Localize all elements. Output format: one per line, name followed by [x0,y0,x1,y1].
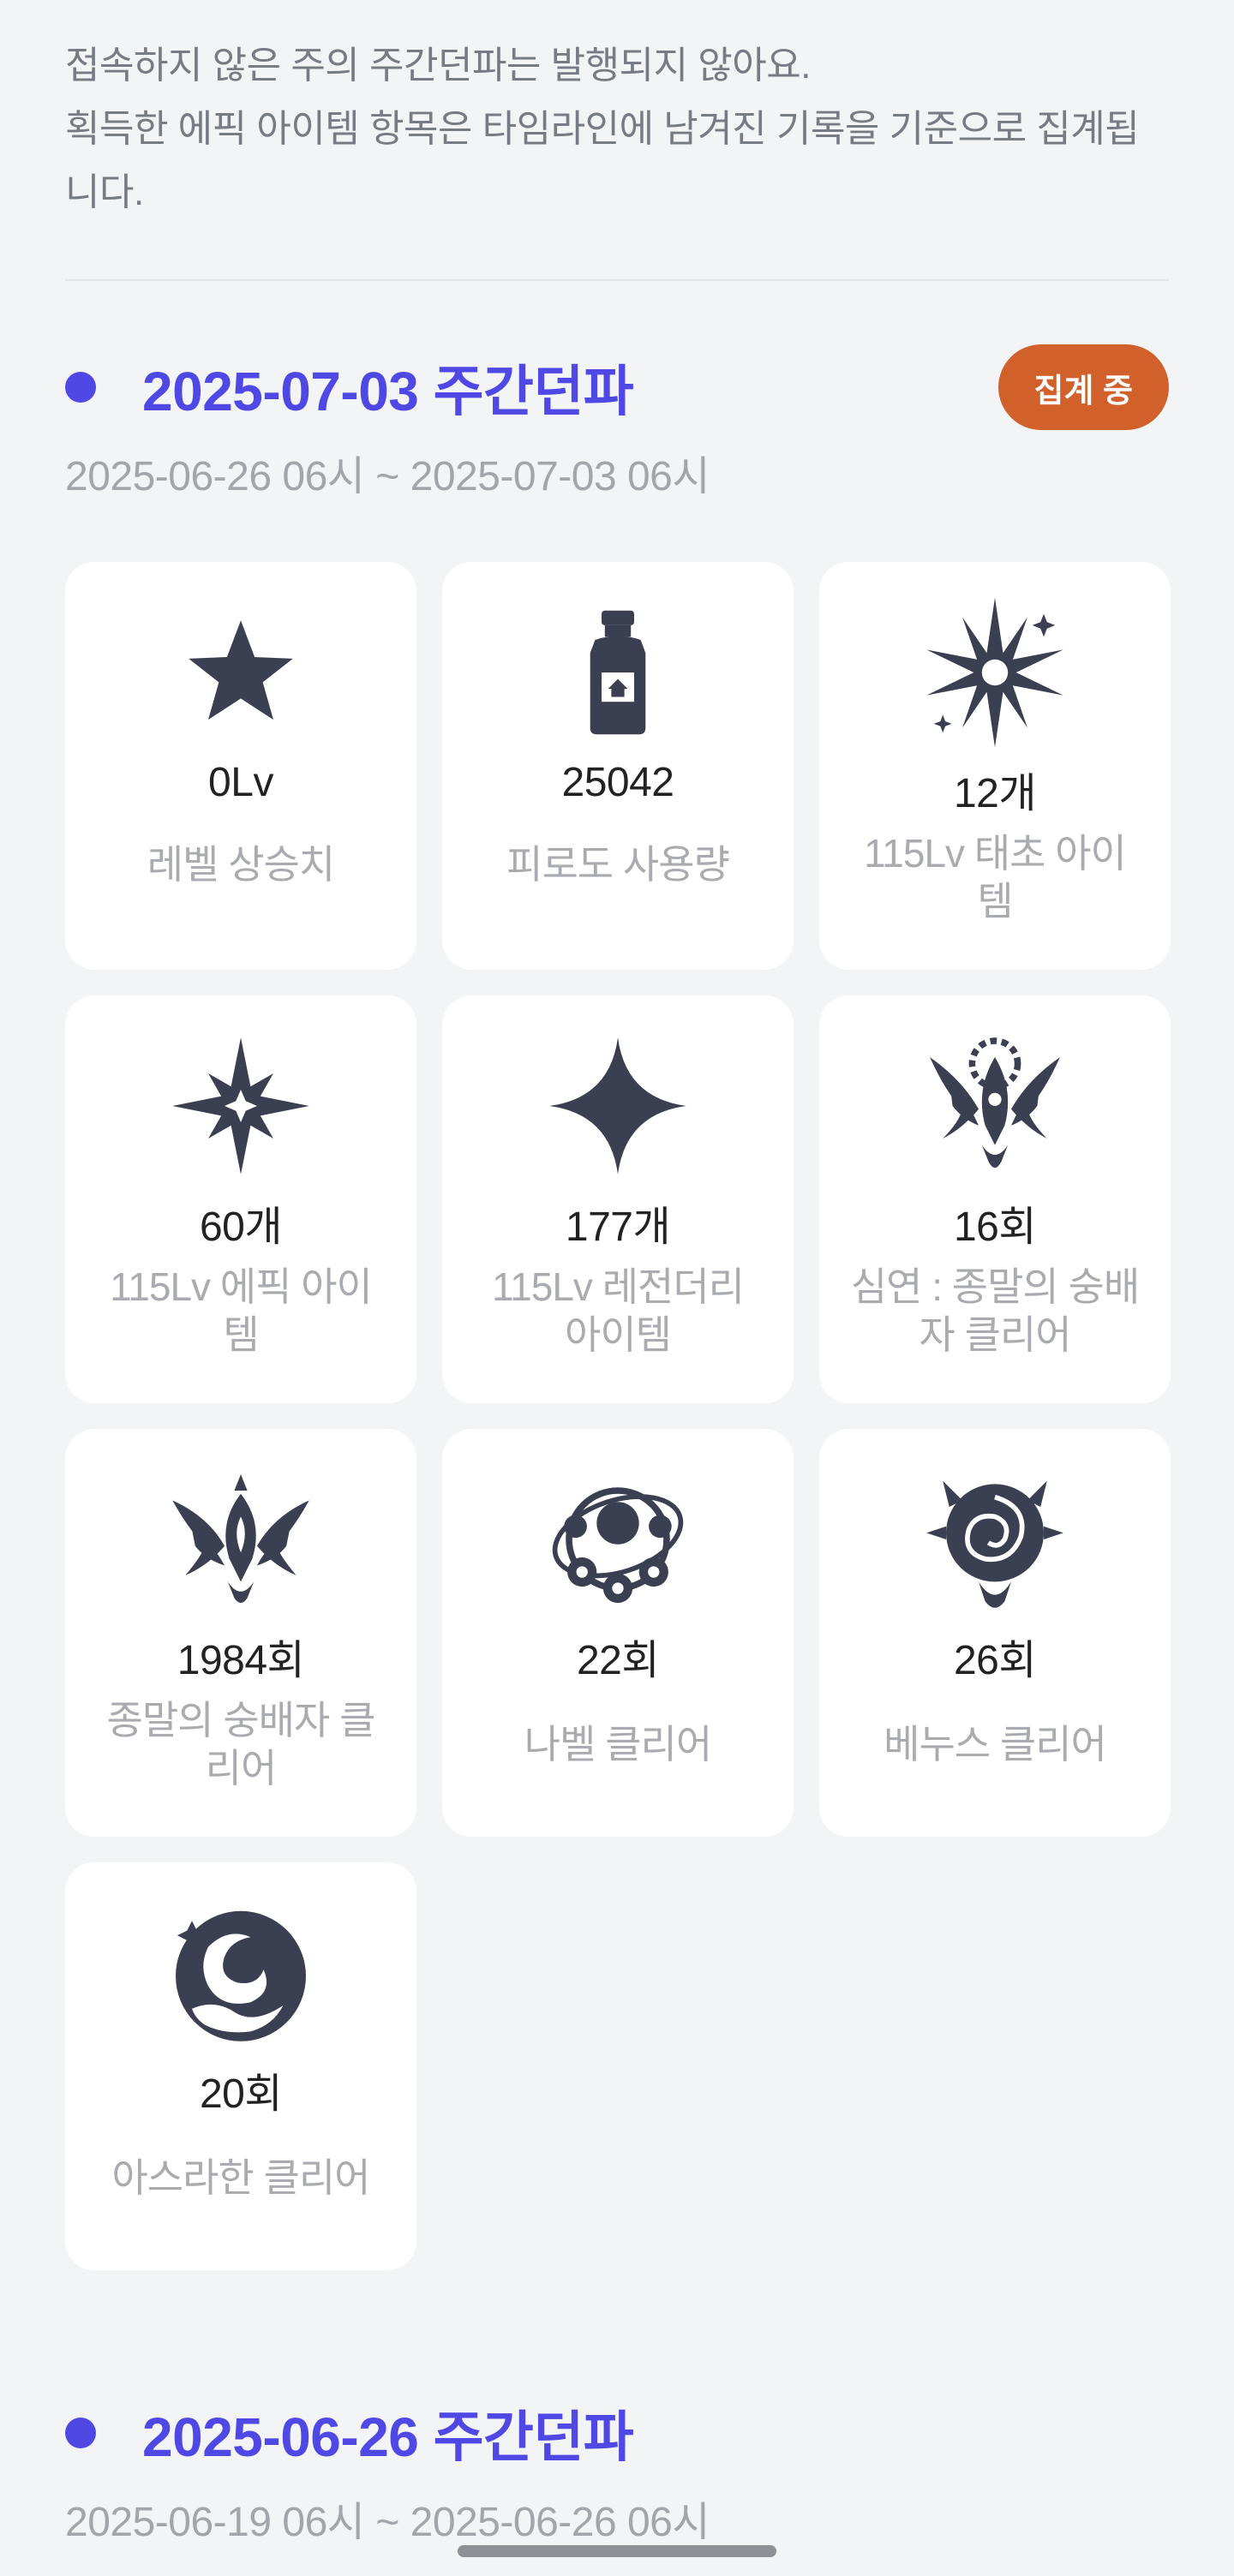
stat-label: 베누스 클리어 [884,1722,1107,1766]
status-badge: 집계 중 [997,344,1169,430]
week-date-range: 2025-06-19 06시 ~ 2025-06-26 06시 [65,2500,710,2545]
home-indicator[interactable] [458,2545,776,2557]
stat-label: 피로도 사용량 [506,842,730,887]
stat-card-asrahan[interactable]: 20회 아스라한 클리어 [65,1862,416,2270]
stat-card-level[interactable]: 0Lv 레벨 상승치 [65,562,416,970]
venus-rose-icon [914,1458,1076,1621]
stat-value: 0Lv [208,760,273,805]
stat-label: 심연 : 종말의 숭배자 클리어 [850,1264,1140,1357]
bullet-dot [65,2418,96,2448]
stat-label: 종말의 숭배자 클리어 [106,1698,376,1790]
stat-label: 115Lv 레전더리 아이템 [492,1264,745,1357]
stat-value: 177개 [565,1204,671,1250]
radiant-burst-icon [914,591,1076,754]
notice-line-1: 접속하지 않은 주의 주간던파는 발행되지 않아요. [65,45,811,87]
week-header: 2025-06-26 주간던파 [65,2390,1169,2476]
stat-value: 16회 [953,1204,1037,1250]
week-title: 2025-07-03 주간던파 [142,361,634,422]
cultist-crest-icon [159,1458,322,1621]
nabel-orb-icon [536,1458,699,1621]
week-section-1: 2025-07-03 주간던파 집계 중 2025-06-26 06시 ~ 20… [65,344,1171,2270]
stats-grid: 0Lv 레벨 상승치 25042 피로도 사용량 12개 115Lv 태초 아이… [65,562,1171,2270]
stat-value: 12개 [953,771,1037,816]
stat-label: 115Lv 태초 아이템 [864,831,1127,923]
notice-line-2: 획득한 에픽 아이템 항목은 타임라인에 남겨진 기록을 기준으로 집계됩니다. [65,108,1140,213]
stat-card-primeval[interactable]: 12개 115Lv 태초 아이템 [819,562,1171,970]
week-date-range: 2025-06-26 06시 ~ 2025-07-03 06시 [65,454,710,499]
abyss-crest-icon [914,1025,1076,1187]
stat-label: 레벨 상승치 [147,842,335,887]
potion-bottle-icon [536,591,699,754]
stat-card-fatigue[interactable]: 25042 피로도 사용량 [442,562,794,970]
bullet-dot [65,372,96,403]
weekly-report-page: 접속하지 않은 주의 주간던파는 발행되지 않아요. 획득한 에픽 아이템 항목… [0,0,1234,2576]
stat-card-cultist[interactable]: 1984회 종말의 숭배자 클리어 [65,1429,416,1837]
divider [65,279,1169,281]
stat-value: 25042 [561,760,674,805]
stat-label: 아스라한 클리어 [111,2155,370,2200]
stat-card-legendary[interactable]: 177개 115Lv 레전더리 아이템 [442,995,794,1403]
stat-value: 1984회 [177,1638,305,1683]
stat-label: 115Lv 에픽 아이템 [110,1264,373,1357]
notice-text: 접속하지 않은 주의 주간던파는 발행되지 않아요. 획득한 에픽 아이템 항목… [65,0,1169,224]
asrahan-wave-icon [159,1892,322,2054]
four-point-sparkle-icon [159,1025,322,1187]
star-icon [159,591,322,754]
stat-card-abyss-cultist[interactable]: 16회 심연 : 종말의 숭배자 클리어 [819,995,1171,1403]
stat-card-nabel[interactable]: 22회 나벨 클리어 [442,1429,794,1837]
stat-label: 나벨 클리어 [524,1722,712,1766]
week-title: 2025-06-26 주간던파 [142,2406,634,2468]
stat-value: 20회 [199,2071,283,2117]
stat-value: 60개 [199,1204,283,1250]
week-section-2[interactable]: 2025-06-26 주간던파 2025-06-19 06시 ~ 2025-06… [65,2390,1169,2548]
stat-value: 26회 [953,1638,1037,1683]
stat-card-epic[interactable]: 60개 115Lv 에픽 아이템 [65,995,416,1403]
stat-value: 22회 [576,1638,660,1683]
four-point-star-icon [536,1025,699,1187]
stat-card-venus[interactable]: 26회 베누스 클리어 [819,1429,1171,1837]
